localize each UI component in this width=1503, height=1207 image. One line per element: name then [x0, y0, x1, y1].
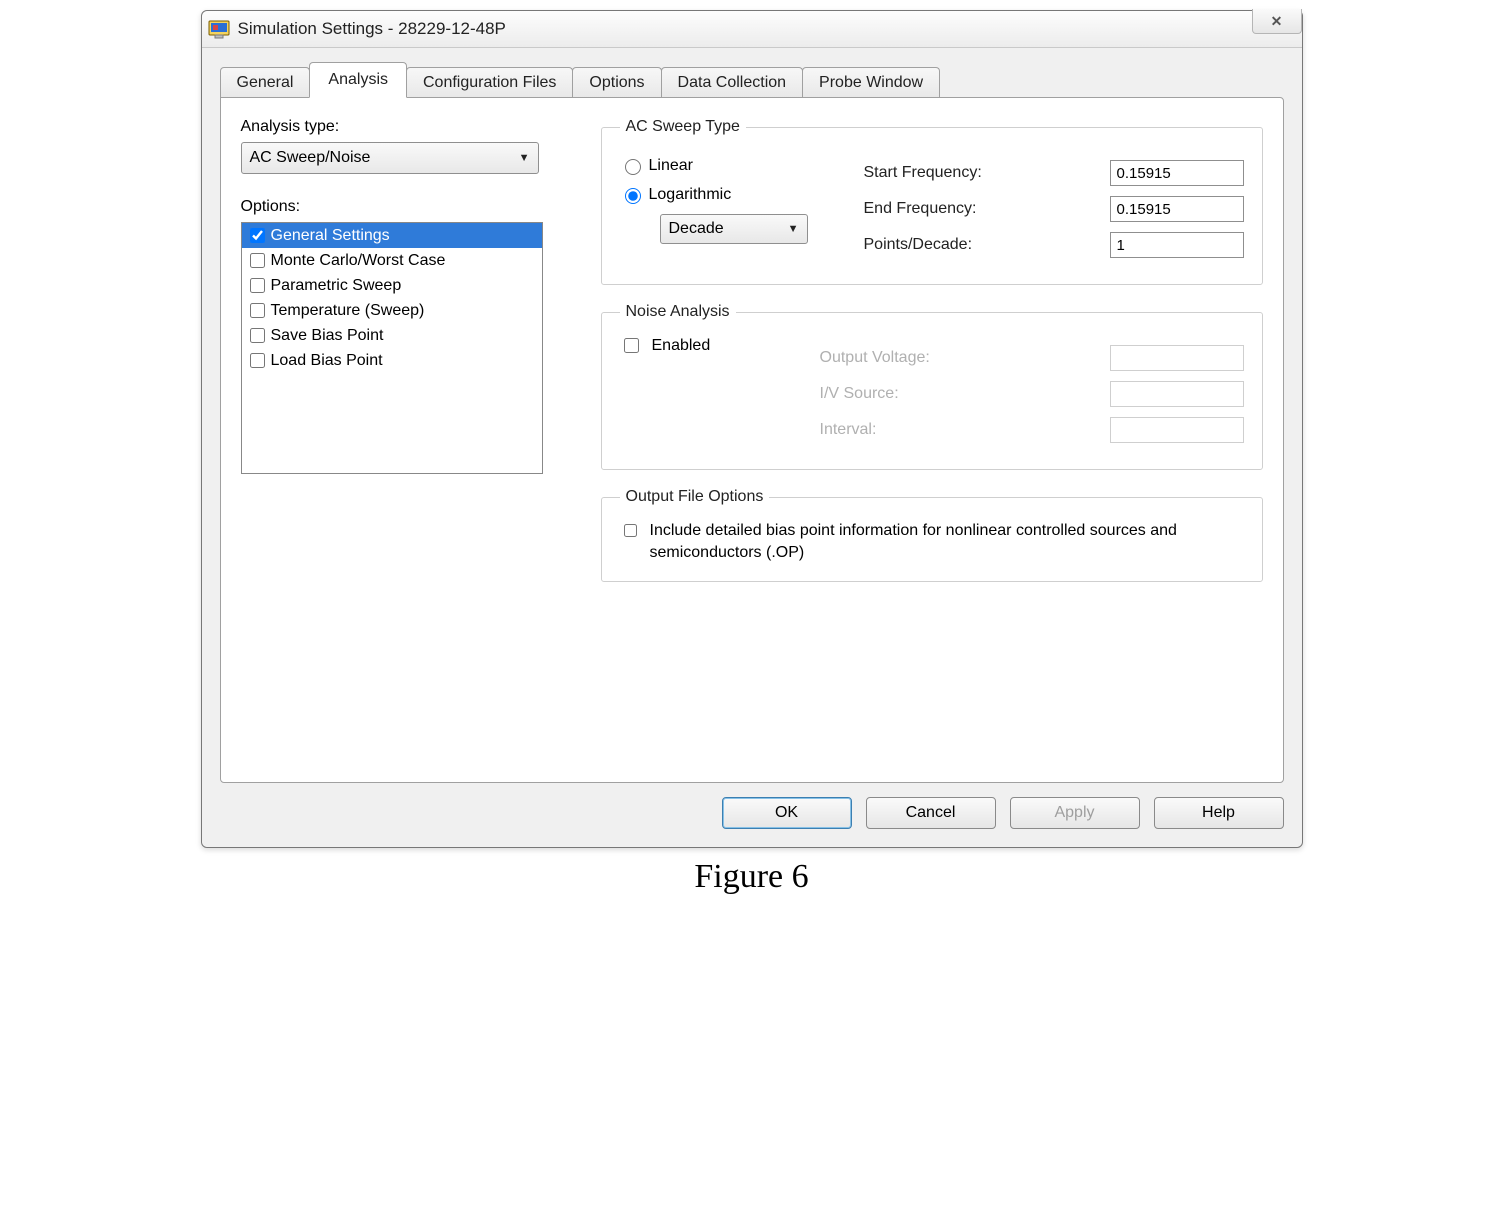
tab-analysis[interactable]: Analysis [309, 62, 407, 98]
noise-enabled-row[interactable]: Enabled [620, 335, 780, 357]
chevron-down-icon: ▼ [519, 152, 530, 164]
dialog-content: General Analysis Configuration Files Opt… [202, 48, 1302, 847]
help-button[interactable]: Help [1154, 797, 1284, 829]
option-monte-carlo[interactable]: Monte Carlo/Worst Case [242, 248, 542, 273]
interval-input [1110, 417, 1244, 443]
options-label: Options: [241, 198, 571, 216]
ac-sweep-group: AC Sweep Type Linear Logarithmic [601, 118, 1263, 285]
analysis-type-combo[interactable]: AC Sweep/Noise ▼ [241, 142, 539, 174]
noise-enabled-label: Enabled [652, 335, 711, 357]
tab-probe-window[interactable]: Probe Window [802, 67, 940, 98]
option-temperature-sweep-check[interactable] [250, 303, 265, 318]
window-title: Simulation Settings - 28229-12-48P [238, 19, 506, 39]
close-icon: ✕ [1271, 13, 1283, 30]
option-general-settings-check[interactable] [250, 228, 265, 243]
option-load-bias-point-check[interactable] [250, 353, 265, 368]
option-parametric-sweep-check[interactable] [250, 278, 265, 293]
iv-source-input [1110, 381, 1244, 407]
radio-log-label: Logarithmic [649, 186, 732, 204]
radio-log-row[interactable]: Logarithmic [620, 185, 860, 204]
include-detail-row[interactable]: Include detailed bias point information … [620, 520, 1244, 565]
end-freq-label: End Frequency: [864, 200, 977, 218]
radio-logarithmic[interactable] [625, 188, 641, 204]
points-decade-label: Points/Decade: [864, 236, 973, 254]
right-column: AC Sweep Type Linear Logarithmic [601, 118, 1263, 582]
output-voltage-input [1110, 345, 1244, 371]
option-monte-carlo-check[interactable] [250, 253, 265, 268]
option-save-bias-point-check[interactable] [250, 328, 265, 343]
option-load-bias-point[interactable]: Load Bias Point [242, 348, 542, 373]
option-parametric-sweep[interactable]: Parametric Sweep [242, 273, 542, 298]
tab-general[interactable]: General [220, 67, 311, 98]
iv-source-label: I/V Source: [820, 385, 899, 403]
app-icon [208, 18, 230, 40]
left-column: Analysis type: AC Sweep/Noise ▼ Options:… [241, 118, 571, 474]
output-file-legend: Output File Options [620, 488, 770, 506]
radio-linear-label: Linear [649, 157, 693, 175]
figure-caption: Figure 6 [0, 858, 1503, 896]
tab-data-collection[interactable]: Data Collection [661, 67, 804, 98]
points-decade-input[interactable] [1110, 232, 1244, 258]
radio-linear-row[interactable]: Linear [620, 156, 860, 175]
log-scale-value: Decade [669, 220, 724, 238]
interval-label: Interval: [820, 421, 877, 439]
apply-button[interactable]: Apply [1010, 797, 1140, 829]
analysis-type-value: AC Sweep/Noise [250, 149, 371, 167]
option-save-bias-point[interactable]: Save Bias Point [242, 323, 542, 348]
noise-analysis-group: Noise Analysis Enabled Output Voltage: [601, 303, 1263, 470]
start-freq-label: Start Frequency: [864, 164, 982, 182]
option-label: Parametric Sweep [271, 277, 402, 295]
end-freq-input[interactable] [1110, 196, 1244, 222]
ac-sweep-legend: AC Sweep Type [620, 118, 746, 136]
noise-legend: Noise Analysis [620, 303, 736, 321]
output-voltage-label: Output Voltage: [820, 349, 930, 367]
option-temperature-sweep[interactable]: Temperature (Sweep) [242, 298, 542, 323]
start-freq-input[interactable] [1110, 160, 1244, 186]
options-listbox[interactable]: General Settings Monte Carlo/Worst Case … [241, 222, 543, 474]
output-file-group: Output File Options Include detailed bia… [601, 488, 1263, 582]
option-label: Save Bias Point [271, 327, 384, 345]
option-label: Monte Carlo/Worst Case [271, 252, 446, 270]
analysis-panel: Analysis type: AC Sweep/Noise ▼ Options:… [220, 97, 1284, 783]
ok-button[interactable]: OK [722, 797, 852, 829]
tab-options[interactable]: Options [572, 67, 661, 98]
tab-configuration-files[interactable]: Configuration Files [406, 67, 573, 98]
cancel-button[interactable]: Cancel [866, 797, 996, 829]
option-label: Temperature (Sweep) [271, 302, 425, 320]
log-scale-combo[interactable]: Decade ▼ [660, 214, 808, 244]
close-button[interactable]: ✕ [1252, 9, 1302, 34]
dialog-window: Simulation Settings - 28229-12-48P ✕ Gen… [201, 10, 1303, 848]
option-label: General Settings [271, 227, 390, 245]
dialog-buttons: OK Cancel Apply Help [220, 797, 1284, 829]
noise-enabled-check[interactable] [624, 338, 639, 353]
analysis-type-label: Analysis type: [241, 118, 571, 136]
include-detail-check[interactable] [624, 523, 637, 538]
titlebar: Simulation Settings - 28229-12-48P ✕ [202, 11, 1302, 48]
tab-strip: General Analysis Configuration Files Opt… [220, 62, 1284, 98]
option-general-settings[interactable]: General Settings [242, 223, 542, 248]
chevron-down-icon: ▼ [788, 223, 799, 235]
radio-linear[interactable] [625, 159, 641, 175]
include-detail-label: Include detailed bias point information … [650, 520, 1244, 565]
option-label: Load Bias Point [271, 352, 383, 370]
